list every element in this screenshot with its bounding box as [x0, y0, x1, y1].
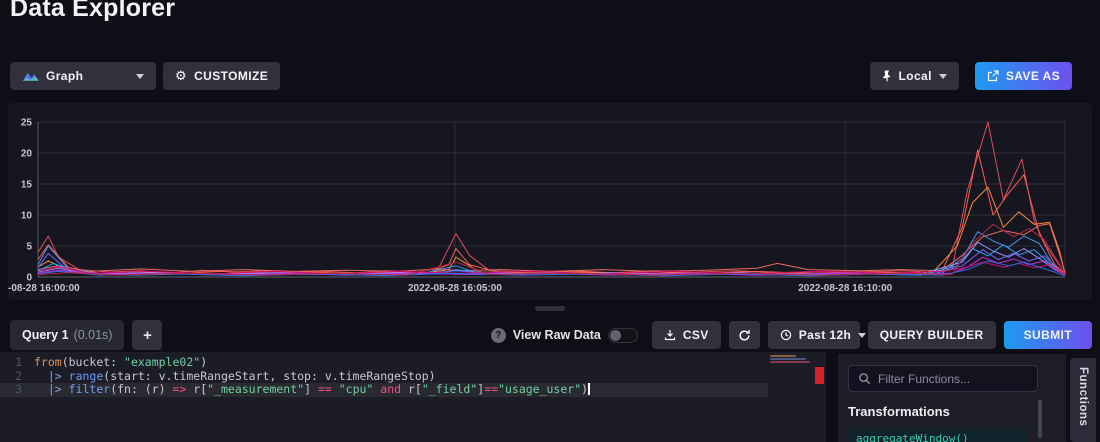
refresh-button[interactable] — [729, 321, 760, 349]
code-line[interactable]: 1from(bucket: "example02") — [0, 356, 768, 370]
help-icon[interactable]: ? — [491, 328, 506, 343]
search-icon — [858, 372, 871, 385]
query-toolbar: Query 1 (0.01s) + ? View Raw Data CSV — [10, 320, 1092, 350]
local-dropdown[interactable]: Local — [870, 62, 959, 90]
time-series-chart[interactable]: 0 5 10 15 20 25 -08-28 16:00:00 2022-08-28 16:0… — [8, 103, 1092, 300]
svg-text:25: 25 — [21, 118, 33, 129]
overview-ruler-marker — [815, 367, 824, 384]
export-icon — [987, 70, 999, 82]
view-type-label: Graph — [46, 69, 129, 83]
add-query-button[interactable]: + — [132, 320, 162, 350]
svg-text:2022-08-28 16:05:00: 2022-08-28 16:05:00 — [408, 283, 502, 294]
chevron-down-icon — [136, 74, 144, 79]
pin-icon — [882, 70, 892, 82]
query-duration: (0.01s) — [74, 328, 113, 342]
code-lines: 1from(bucket: "example02")2 |> range(sta… — [0, 356, 768, 397]
data-explorer-page: Data Explorer Graph ⚙ CUSTOMIZE — [0, 0, 1100, 442]
chevron-down-icon — [939, 74, 947, 79]
clock-icon — [780, 329, 792, 341]
functions-sidebar-tab[interactable]: Functions — [1070, 358, 1096, 442]
svg-text:5: 5 — [26, 242, 32, 253]
svg-text:15: 15 — [21, 180, 33, 191]
local-label: Local — [899, 69, 932, 83]
time-range-dropdown[interactable]: Past 12h — [768, 321, 860, 349]
editor-minimap[interactable] — [768, 354, 812, 442]
top-toolbar: Graph ⚙ CUSTOMIZE Local SAVE AS — [10, 62, 1072, 90]
functions-section-title: Transformations — [848, 404, 950, 419]
time-series-chart-panel: 0 5 10 15 20 25 -08-28 16:00:00 2022-08-28 16:0… — [8, 103, 1092, 300]
customize-button[interactable]: ⚙ CUSTOMIZE — [163, 62, 280, 90]
view-type-dropdown[interactable]: Graph — [10, 62, 156, 90]
svg-text:2022-08-28 16:10:00: 2022-08-28 16:10:00 — [798, 283, 892, 294]
refresh-icon — [738, 329, 751, 342]
gear-icon: ⚙ — [175, 70, 187, 83]
save-as-button[interactable]: SAVE AS — [975, 62, 1072, 90]
submit-button[interactable]: SUBMIT — [1004, 321, 1092, 349]
page-title: Data Explorer — [10, 0, 175, 23]
chevron-down-icon — [858, 333, 866, 338]
flux-code-editor[interactable]: 1from(bucket: "example02")2 |> range(sta… — [0, 352, 826, 442]
svg-text:-08-28 16:00:00: -08-28 16:00:00 — [8, 283, 80, 294]
function-list-item[interactable]: aggregateWindow() — [848, 428, 1028, 442]
graph-type-icon — [22, 70, 39, 82]
pane-resize-handle[interactable] — [535, 306, 565, 311]
csv-download-button[interactable]: CSV — [652, 321, 721, 349]
view-raw-data-toggle[interactable] — [608, 328, 638, 343]
query-tab[interactable]: Query 1 (0.01s) — [10, 320, 124, 350]
functions-scrollbar[interactable] — [1038, 400, 1042, 438]
filter-functions-input[interactable] — [878, 372, 1033, 386]
view-raw-data-label: View Raw Data — [513, 328, 601, 342]
filter-functions-searchbox[interactable] — [848, 365, 1038, 392]
code-line[interactable]: 2 |> range(start: v.timeRangeStart, stop… — [0, 370, 768, 384]
svg-text:20: 20 — [21, 149, 33, 160]
query-builder-button[interactable]: QUERY BUILDER — [868, 321, 996, 349]
download-icon — [664, 329, 676, 341]
svg-text:10: 10 — [21, 211, 33, 222]
time-range-label: Past 12h — [799, 328, 852, 342]
svg-text:0: 0 — [26, 273, 32, 284]
text-cursor — [588, 383, 590, 395]
functions-panel: Transformations aggregateWindow() — [838, 354, 1066, 442]
code-line[interactable]: 3 |> filter(fn: (r) => r["_measurement"]… — [0, 383, 768, 397]
view-raw-data-group: ? View Raw Data — [491, 328, 638, 343]
